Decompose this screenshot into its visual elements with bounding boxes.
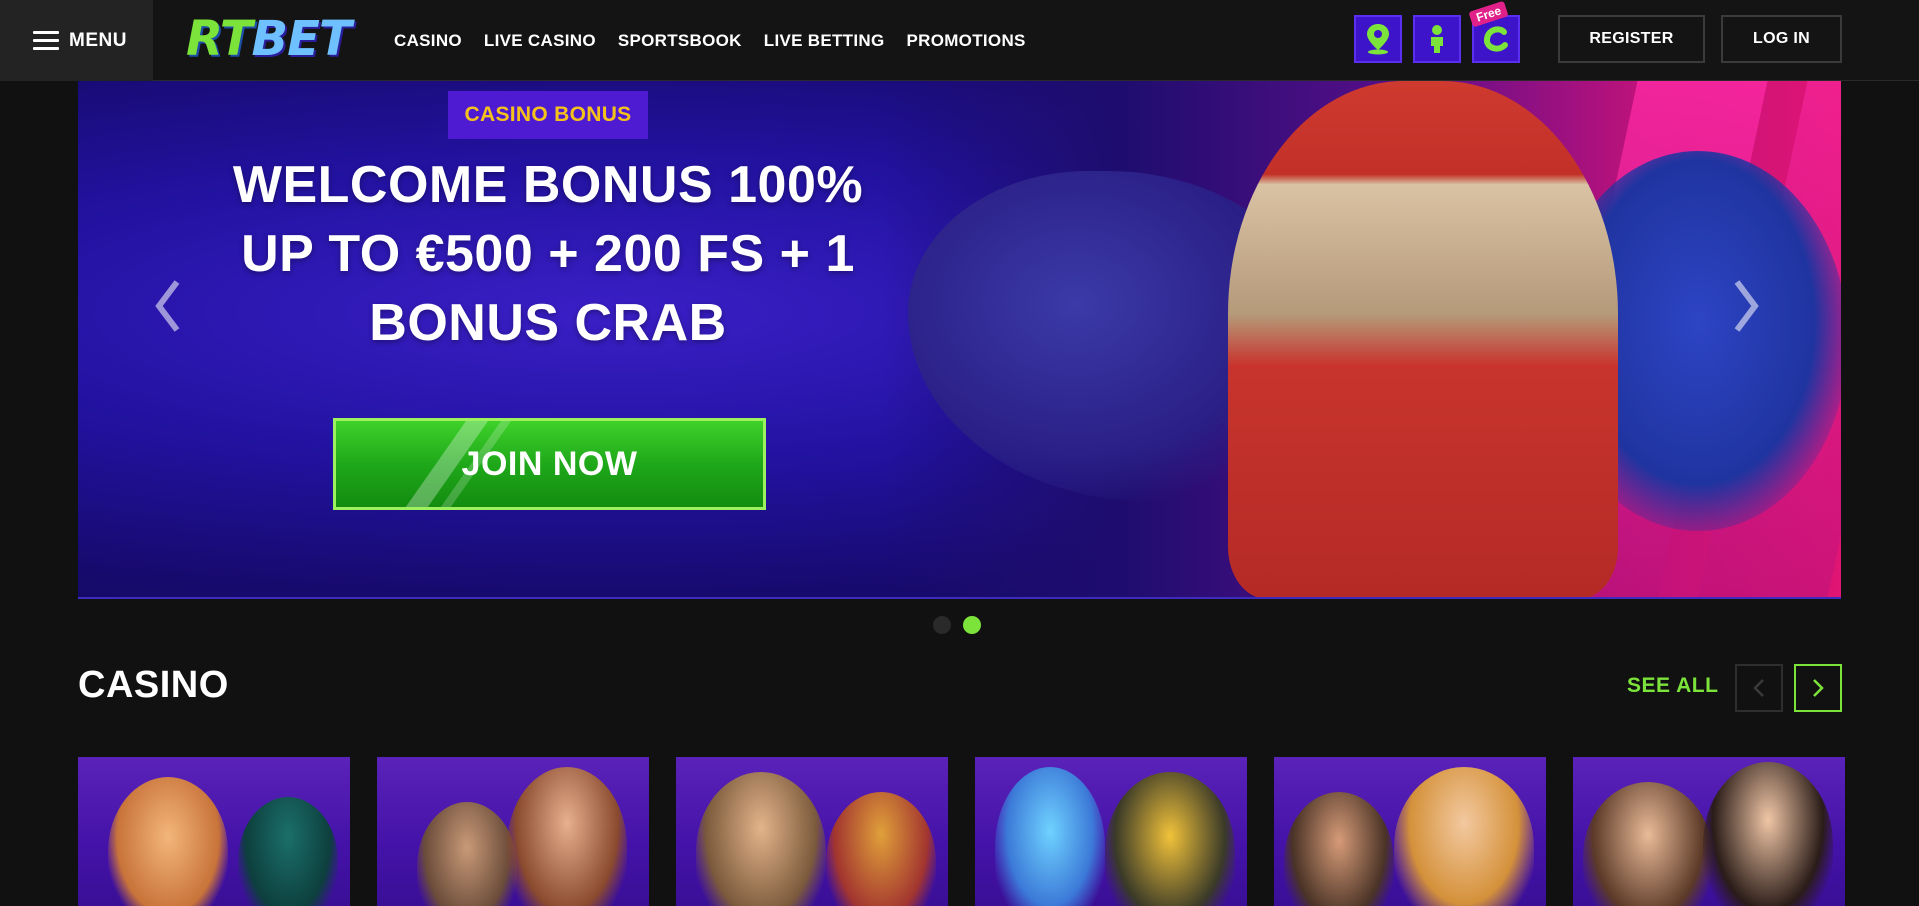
headline-line-1: WELCOME BONUS 100% <box>232 156 864 214</box>
logo-bet-text: BET <box>251 11 352 67</box>
map-pin-icon <box>1367 24 1389 55</box>
game-thumbnail-image <box>1105 772 1235 906</box>
join-now-button[interactable]: JOIN NOW <box>333 418 766 510</box>
game-thumbnail-image <box>826 792 936 906</box>
game-thumbnail-image <box>108 777 228 906</box>
map-pin-button[interactable] <box>1354 15 1402 63</box>
game-card[interactable] <box>78 757 350 906</box>
person-button[interactable] <box>1413 15 1461 63</box>
pirate-character-image <box>1228 81 1618 597</box>
see-all-link[interactable]: SEE ALL <box>1627 674 1718 698</box>
menu-button[interactable]: MENU <box>0 0 153 81</box>
person-icon <box>1431 25 1443 53</box>
join-now-label: JOIN NOW <box>461 444 638 483</box>
nav-live-betting[interactable]: LIVE BETTING <box>764 31 885 51</box>
game-thumbnail-image <box>1703 762 1833 906</box>
hamburger-icon <box>33 30 59 51</box>
main-nav: CASINO LIVE CASINO SPORTSBOOK LIVE BETTI… <box>394 0 1026 81</box>
game-thumbnail-image <box>696 772 826 906</box>
nav-sportsbook[interactable]: SPORTSBOOK <box>618 31 742 51</box>
game-thumbnail-image <box>238 797 338 906</box>
nav-promotions[interactable]: PROMOTIONS <box>906 31 1025 51</box>
chevron-right-icon <box>1734 280 1759 332</box>
top-header: MENU RT BET CASINO LIVE CASINO SPORTSBOOK… <box>0 0 1919 81</box>
welcome-bonus-headline: WELCOME BONUS 100% UP TO €500 + 200 FS +… <box>198 151 898 358</box>
chevron-left-icon <box>155 280 180 332</box>
casino-bonus-badge: CASINO BONUS <box>448 91 648 139</box>
game-card[interactable] <box>1274 757 1546 906</box>
hero-next-button[interactable] <box>1726 271 1766 341</box>
headline-line-2: UP TO €500 + 200 FS + 1 <box>241 225 855 283</box>
hero-prev-button[interactable] <box>148 271 188 341</box>
game-thumbnail-image <box>507 767 627 906</box>
nav-live-casino[interactable]: LIVE CASINO <box>484 31 596 51</box>
headline-line-3: BONUS CRAB <box>369 294 727 352</box>
game-thumbnail-image <box>1583 782 1713 906</box>
page: MENU RT BET CASINO LIVE CASINO SPORTSBOOK… <box>0 0 1919 906</box>
coin-icon <box>1484 26 1508 52</box>
register-button[interactable]: REGISTER <box>1558 15 1705 63</box>
game-card[interactable] <box>377 757 649 906</box>
slider-dot-2[interactable] <box>963 616 981 634</box>
chevron-right-icon <box>1813 679 1824 697</box>
game-thumbnail-image <box>417 802 517 906</box>
game-card[interactable] <box>975 757 1247 906</box>
hero-banner[interactable]: CASINO BONUS WELCOME BONUS 100% UP TO €5… <box>78 81 1841 599</box>
hero-slider-dots <box>933 616 981 634</box>
logo-rt-text: RT <box>186 11 253 67</box>
game-thumbnail-image <box>1394 767 1534 906</box>
menu-label: MENU <box>69 29 127 51</box>
casino-prev-button[interactable] <box>1735 664 1783 712</box>
casino-section-title: CASINO <box>78 664 229 706</box>
chevron-left-icon <box>1753 679 1764 697</box>
nav-casino[interactable]: CASINO <box>394 31 462 51</box>
game-card[interactable] <box>676 757 948 906</box>
rtbet-logo[interactable]: RT BET <box>186 11 352 67</box>
game-card[interactable] <box>1573 757 1845 906</box>
casino-next-button[interactable] <box>1794 664 1842 712</box>
slider-dot-1[interactable] <box>933 616 951 634</box>
game-thumbnail-image <box>1284 792 1394 906</box>
login-button[interactable]: LOG IN <box>1721 15 1842 63</box>
casino-game-list <box>78 757 1845 906</box>
game-thumbnail-image <box>995 767 1105 906</box>
